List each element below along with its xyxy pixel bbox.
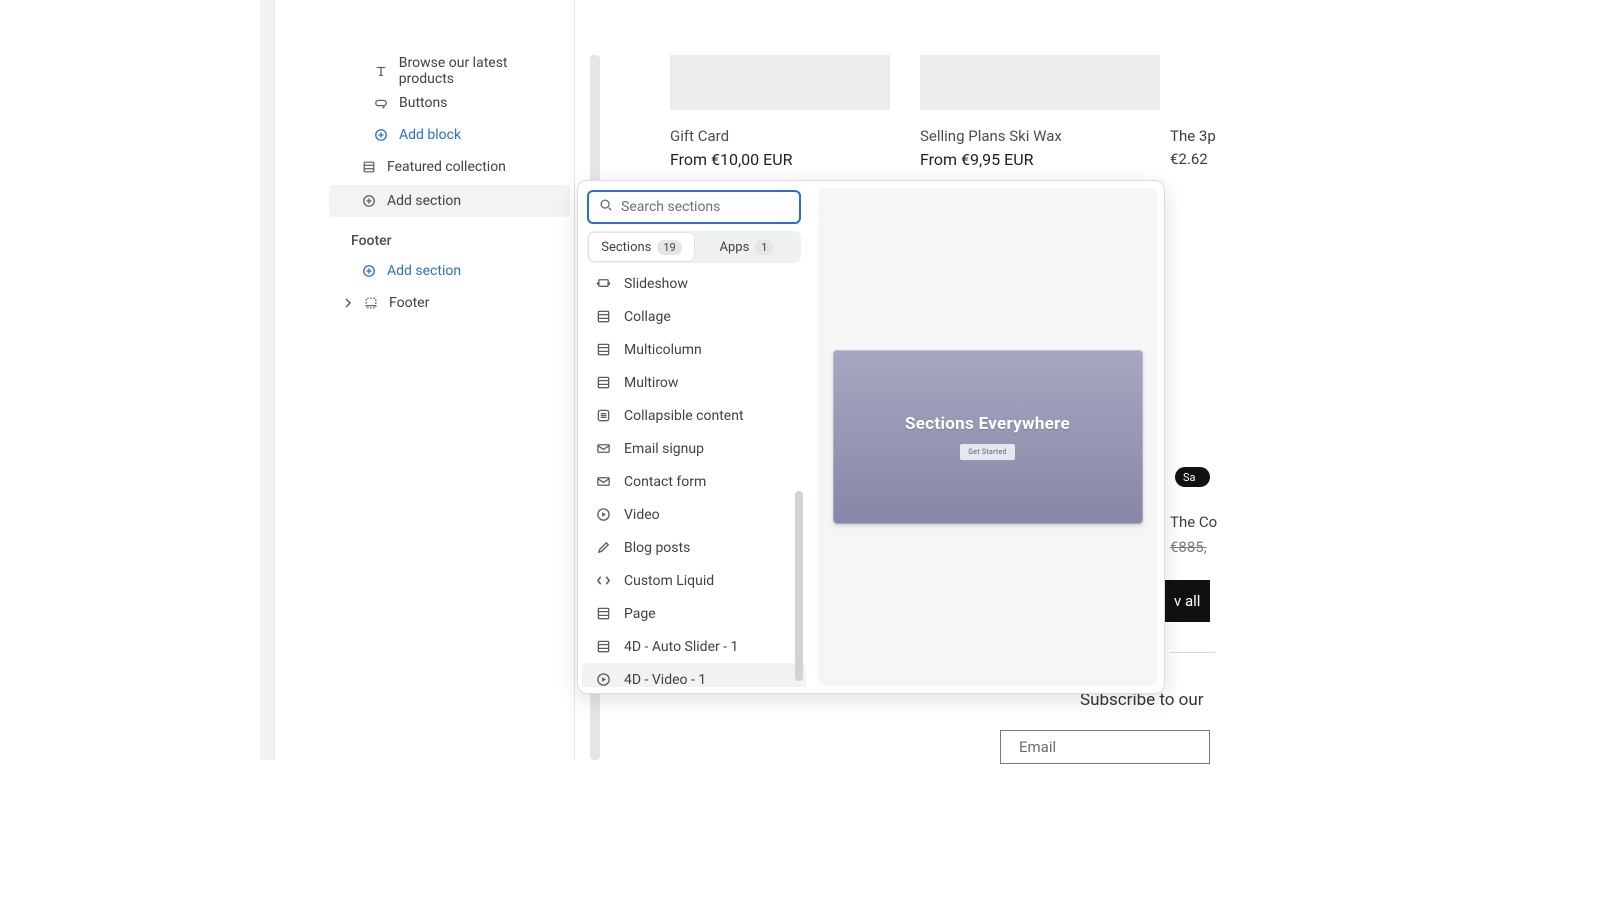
mail-icon: [594, 474, 612, 489]
section-options-list: Slideshow Collage Multicolumn Multirow C…: [582, 267, 806, 687]
search-input[interactable]: Search sections: [587, 190, 801, 224]
text-icon: [373, 64, 389, 78]
section-option-blog-posts[interactable]: Blog posts: [582, 531, 806, 564]
search-icon: [599, 198, 613, 216]
add-section-button[interactable]: Add section: [329, 185, 570, 217]
section-option-email-signup[interactable]: Email signup: [582, 432, 806, 465]
email-field[interactable]: Email: [1000, 730, 1210, 764]
play-icon: [594, 507, 612, 522]
product-title[interactable]: Selling Plans Ski Wax: [920, 127, 1062, 145]
product-title[interactable]: Gift Card: [670, 127, 729, 145]
tree-item-label: Buttons: [399, 95, 447, 111]
section-option-slideshow[interactable]: Slideshow: [582, 267, 806, 300]
section-icon: [594, 639, 612, 654]
product-image-placeholder: [920, 55, 1160, 110]
tree-item-footer[interactable]: Footer: [325, 287, 574, 319]
plus-circle-icon: [373, 128, 389, 142]
tree-item-buttons[interactable]: Buttons: [325, 87, 574, 119]
tree-item-featured-collection[interactable]: Featured collection: [325, 151, 574, 183]
tab-count-badge: 19: [657, 240, 681, 255]
product-title-cut: The 3p: [1170, 127, 1230, 145]
section-option-contact-form[interactable]: Contact form: [582, 465, 806, 498]
options-scrollbar[interactable]: [795, 491, 803, 681]
search-placeholder: Search sections: [621, 199, 720, 215]
theme-editor-sidebar: Browse our latest products Buttons Add b…: [325, 0, 575, 760]
plus-circle-icon: [361, 194, 377, 208]
section-preview-panel: Sections Everywhere Get Started: [818, 188, 1157, 686]
preview-title: Sections Everywhere: [905, 414, 1070, 434]
pencil-icon: [594, 540, 612, 555]
product-strike-price-cut: €885,: [1170, 538, 1230, 556]
mail-icon: [594, 441, 612, 456]
tab-sections[interactable]: Sections 19: [589, 233, 694, 261]
footer-add-section-button[interactable]: Add section: [325, 255, 574, 287]
add-section-popover: Search sections Sections 19 Apps 1 Slide…: [577, 180, 1165, 694]
tab-apps[interactable]: Apps 1: [694, 233, 799, 261]
email-placeholder: Email: [1019, 738, 1056, 756]
footer-icon: [363, 296, 379, 310]
product-price: From €9,95 EUR: [920, 150, 1033, 169]
section-icon: [594, 375, 612, 390]
preview-cta-button: Get Started: [960, 444, 1015, 460]
section-option-collage[interactable]: Collage: [582, 300, 806, 333]
slideshow-icon: [594, 276, 612, 291]
product-price-cut: €2.62: [1170, 150, 1230, 168]
tree-item-label: Add block: [399, 127, 461, 143]
section-option-multirow[interactable]: Multirow: [582, 366, 806, 399]
section-option-custom-liquid[interactable]: Custom Liquid: [582, 564, 806, 597]
product-title-cut: The Co: [1170, 513, 1230, 531]
tree-item-label: Add section: [387, 193, 461, 209]
view-all-button[interactable]: v all: [1160, 580, 1210, 622]
product-image-placeholder: [670, 55, 890, 110]
section-option-page[interactable]: Page: [582, 597, 806, 630]
tree-item-label: Footer: [389, 295, 429, 311]
tree-item-label: Add section: [387, 263, 461, 279]
buttons-icon: [373, 96, 389, 110]
section-option-multicolumn[interactable]: Multicolumn: [582, 333, 806, 366]
plus-circle-icon: [361, 264, 377, 278]
sale-badge: Sa: [1175, 467, 1210, 487]
divider: [1170, 652, 1215, 653]
section-icon: [594, 342, 612, 357]
section-option-4d-auto-slider[interactable]: 4D - Auto Slider - 1: [582, 630, 806, 663]
section-icon: [594, 309, 612, 324]
tab-count-badge: 1: [755, 240, 773, 255]
section-option-4d-video[interactable]: 4D - Video - 1: [582, 663, 806, 687]
section-preview-thumbnail: Sections Everywhere Get Started: [833, 350, 1143, 524]
section-option-collapsible[interactable]: Collapsible content: [582, 399, 806, 432]
footer-group-heading: Footer: [325, 219, 574, 255]
play-icon: [594, 672, 612, 687]
code-icon: [594, 573, 612, 588]
left-gutter: [260, 0, 275, 760]
product-price: From €10,00 EUR: [670, 150, 792, 169]
tree-item-label: Featured collection: [387, 159, 506, 175]
popover-tabs: Sections 19 Apps 1: [587, 231, 801, 263]
section-option-video[interactable]: Video: [582, 498, 806, 531]
tree-item-label: Browse our latest products: [399, 55, 564, 87]
collapsible-icon: [594, 408, 612, 423]
section-icon: [361, 160, 377, 174]
tree-item-browse-products[interactable]: Browse our latest products: [325, 55, 574, 87]
section-icon: [594, 606, 612, 621]
chevron-right-icon: [343, 298, 353, 308]
add-block-button[interactable]: Add block: [325, 119, 574, 151]
